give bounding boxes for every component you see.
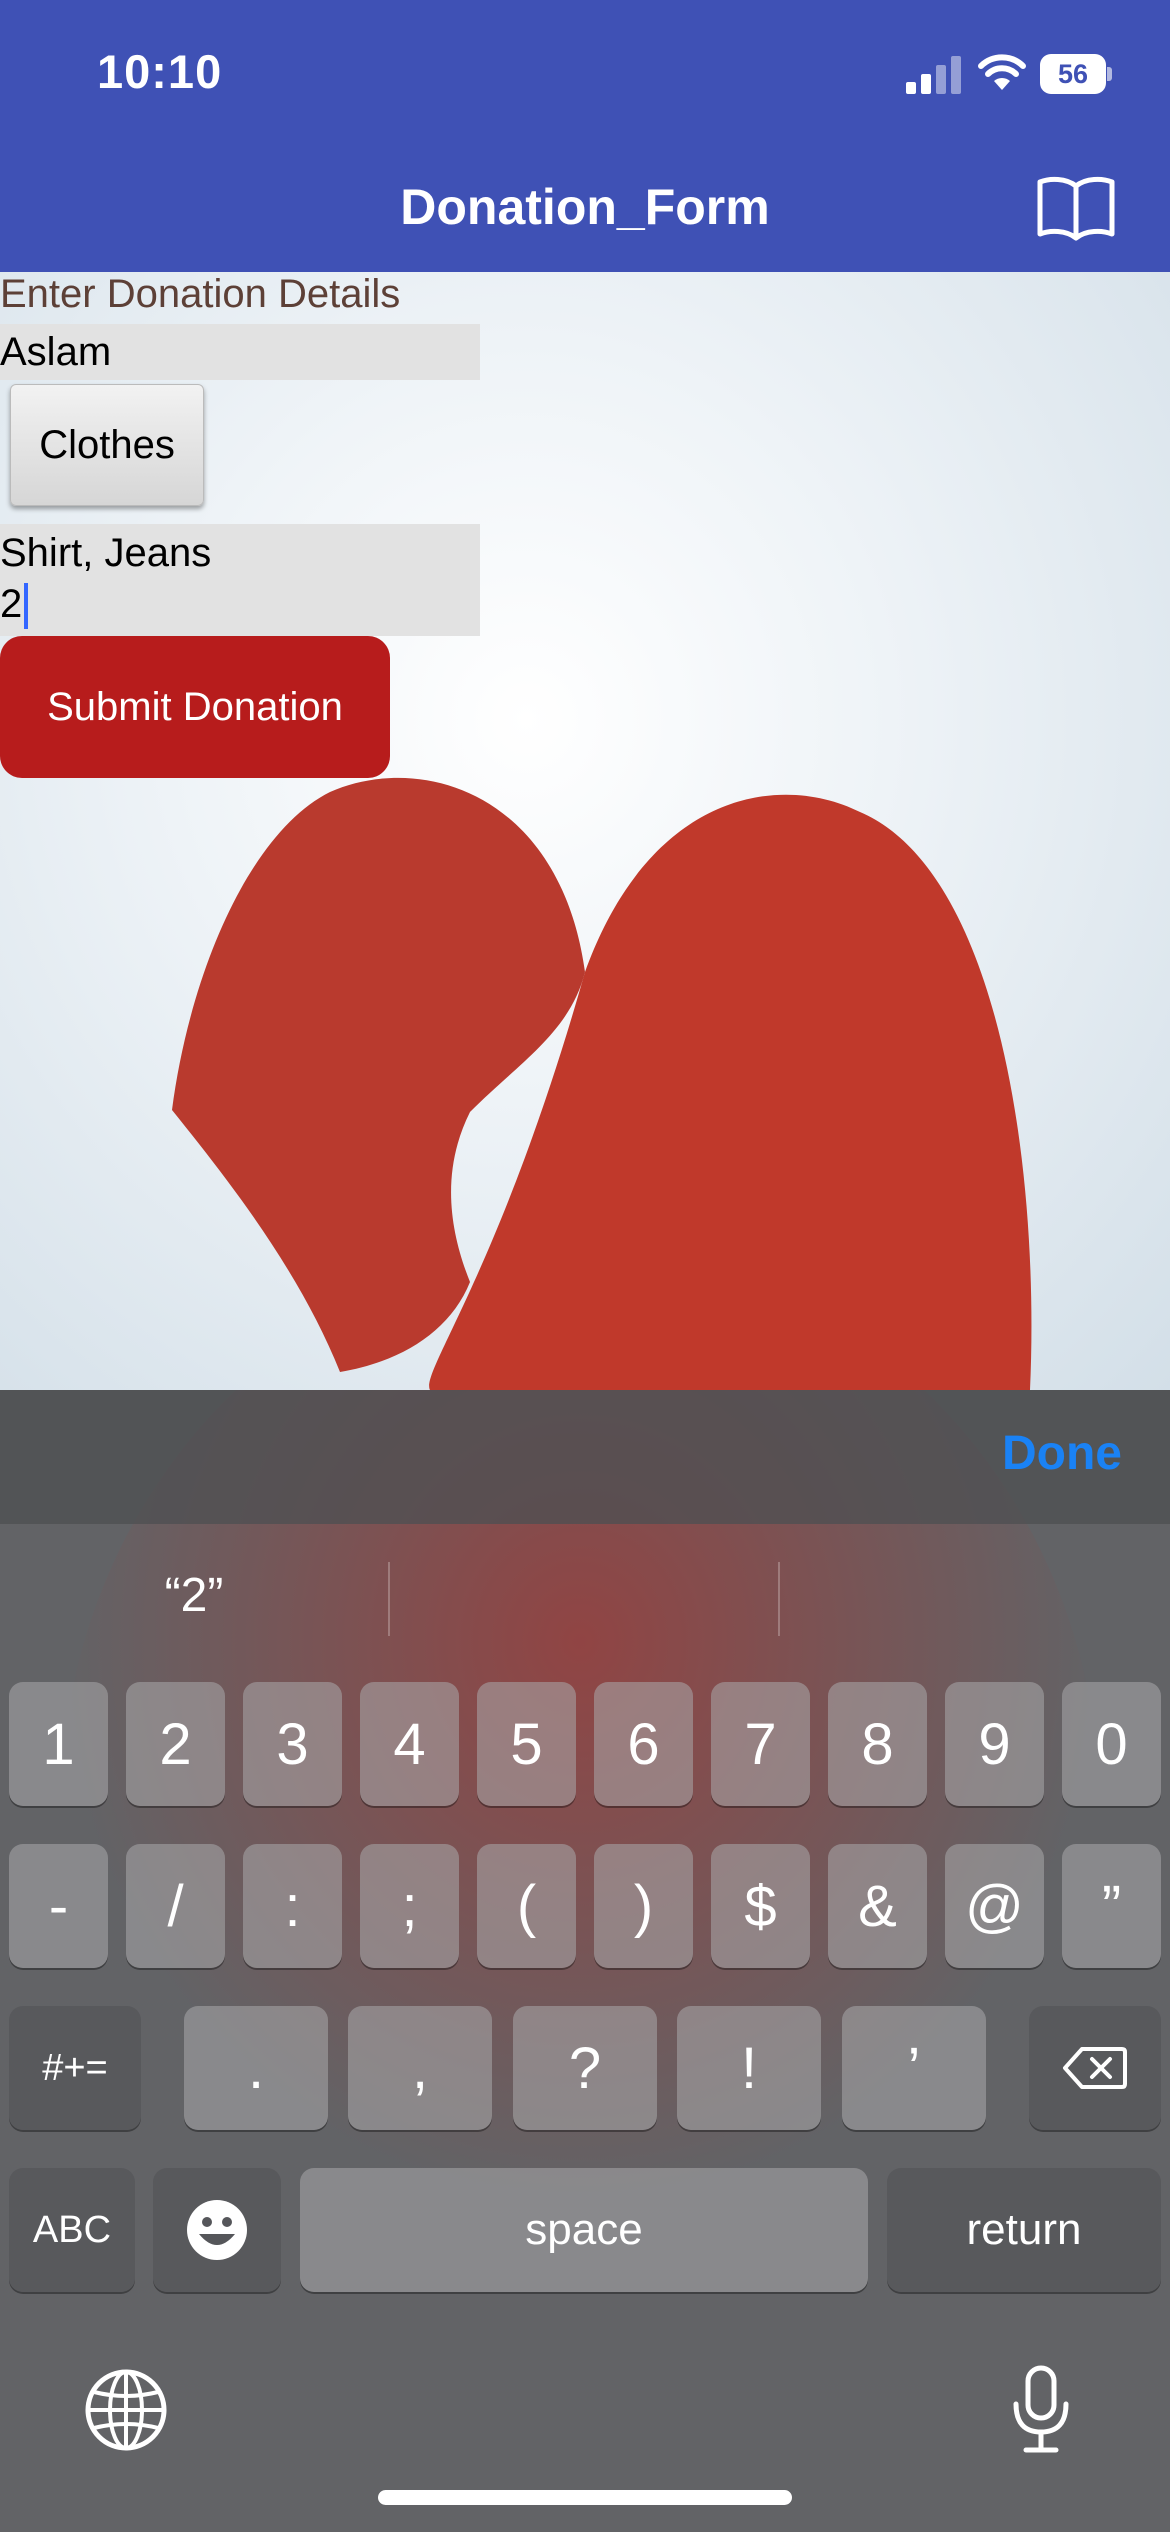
key-hyphen[interactable]: - xyxy=(9,1844,108,1968)
key-ampersand[interactable]: & xyxy=(828,1844,927,1968)
key-dollar[interactable]: $ xyxy=(711,1844,810,1968)
quantity-field[interactable]: 2 xyxy=(0,576,480,636)
key-9[interactable]: 9 xyxy=(945,1682,1044,1806)
keyboard: Done “2” 1 2 3 4 5 6 7 8 9 0 - / : ; ( )… xyxy=(0,1390,1170,2532)
delete-key[interactable] xyxy=(1029,2006,1161,2130)
key-comma[interactable]: , xyxy=(348,2006,492,2130)
text-caret xyxy=(24,583,29,630)
key-quote[interactable]: ” xyxy=(1062,1844,1161,1968)
key-abc[interactable]: ABC xyxy=(9,2168,135,2292)
key-question[interactable]: ? xyxy=(513,2006,657,2130)
form-heading: Enter Donation Details xyxy=(0,272,401,316)
battery-icon: 56 xyxy=(1040,54,1112,94)
key-close-paren[interactable]: ) xyxy=(594,1844,693,1968)
key-period[interactable]: . xyxy=(184,2006,328,2130)
submit-donation-button[interactable]: Submit Donation xyxy=(0,636,390,778)
key-7[interactable]: 7 xyxy=(711,1682,810,1806)
key-exclamation[interactable]: ! xyxy=(677,2006,821,2130)
microphone-icon[interactable] xyxy=(1008,2364,1074,2454)
key-6[interactable]: 6 xyxy=(594,1682,693,1806)
keyboard-accessory-bar: Done xyxy=(0,1390,1170,1524)
category-button[interactable]: Clothes xyxy=(10,384,204,506)
cellular-signal-icon xyxy=(906,56,961,94)
key-8[interactable]: 8 xyxy=(828,1682,927,1806)
top-bar: 10:10 56 Donation_Form xyxy=(0,0,1170,272)
suggestion-1[interactable]: “2” xyxy=(0,1568,388,1623)
space-key[interactable]: space xyxy=(300,2168,868,2292)
key-5[interactable]: 5 xyxy=(477,1682,576,1806)
donor-name-field[interactable]: Aslam xyxy=(0,324,480,380)
key-apostrophe[interactable]: ’ xyxy=(842,2006,986,2130)
key-0[interactable]: 0 xyxy=(1062,1682,1161,1806)
key-3[interactable]: 3 xyxy=(243,1682,342,1806)
key-2[interactable]: 2 xyxy=(126,1682,225,1806)
book-icon[interactable] xyxy=(1036,172,1116,242)
status-time: 10:10 xyxy=(97,45,223,98)
emoji-icon xyxy=(187,2200,247,2260)
backspace-icon xyxy=(1063,2047,1127,2089)
key-slash[interactable]: / xyxy=(126,1844,225,1968)
key-1[interactable]: 1 xyxy=(9,1682,108,1806)
return-key[interactable]: return xyxy=(887,2168,1161,2292)
globe-icon[interactable] xyxy=(84,2368,168,2452)
wifi-icon xyxy=(978,54,1026,90)
key-more-symbols[interactable]: #+= xyxy=(9,2006,141,2130)
quantity-value: 2 xyxy=(0,582,23,626)
key-semicolon[interactable]: ; xyxy=(360,1844,459,1968)
key-colon[interactable]: : xyxy=(243,1844,342,1968)
done-button[interactable]: Done xyxy=(1002,1426,1122,1481)
battery-level: 56 xyxy=(1040,54,1106,94)
home-indicator[interactable] xyxy=(378,2490,792,2505)
page-title: Donation_Form xyxy=(400,179,770,235)
items-field[interactable]: Shirt, Jeans xyxy=(0,524,480,582)
key-4[interactable]: 4 xyxy=(360,1682,459,1806)
key-open-paren[interactable]: ( xyxy=(477,1844,576,1968)
key-at[interactable]: @ xyxy=(945,1844,1044,1968)
form-area: Enter Donation Details Aslam Clothes Shi… xyxy=(0,272,1170,1390)
emoji-key[interactable] xyxy=(153,2168,281,2292)
